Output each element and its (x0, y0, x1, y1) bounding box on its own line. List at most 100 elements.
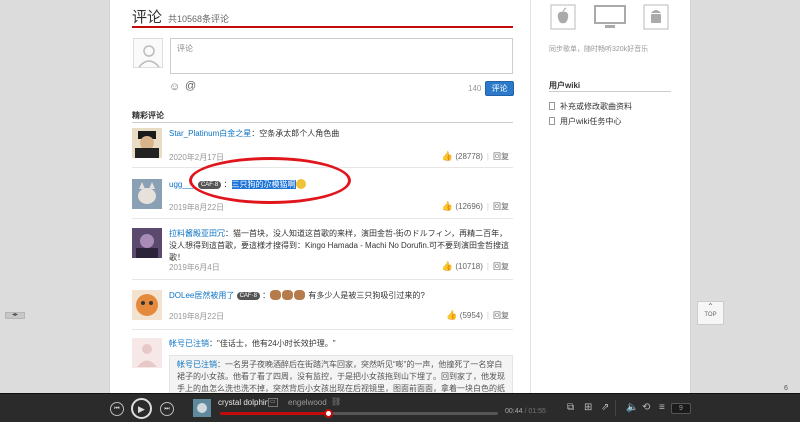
like-count: (12696) (455, 202, 483, 211)
comment-text: Star_Platinum白金之星：空条承太郎个人角色曲 (169, 129, 340, 138)
artist-name[interactable]: engelwood (288, 398, 327, 407)
comment-avatar[interactable] (132, 338, 162, 368)
comment-text: 拉料酱殿亚田冗：猫一首块，没人知道这首歌的来样，演田金哲-街のドルフィン，再精二… (169, 229, 510, 262)
mv-icon[interactable]: ▭ (268, 398, 278, 407)
comments-header: 评论 共10568条评论 (132, 6, 513, 28)
comment-time: 2019年6月4日 (169, 263, 220, 272)
cover-image (193, 399, 211, 417)
red-circle-annotation (189, 157, 351, 204)
wiki-link-edit-song[interactable]: 补充或修改歌曲资料 (549, 101, 632, 112)
reply-link[interactable]: 回复 (493, 311, 509, 320)
song-title[interactable]: crystal dolphin (218, 398, 269, 407)
arrow-up-icon: ⌃ (707, 302, 714, 311)
progress-track[interactable] (220, 409, 498, 418)
avatar-image (132, 228, 162, 258)
playlist-count[interactable]: 9 (671, 403, 691, 414)
my-avatar (133, 38, 163, 68)
comment-actions: 👍 (5954) | 回复 (446, 310, 509, 320)
picture-in-picture-icon[interactable]: ⧉ (567, 402, 574, 413)
wiki-title: 用户wiki (549, 81, 581, 90)
like-count: (5954) (459, 311, 483, 320)
comment-time: 2019年8月22日 (169, 312, 225, 321)
document-icon (549, 102, 555, 110)
comment-time: 2019年8月22日 (169, 203, 225, 212)
comment-item: 拉料酱殿亚田冗：猫一首块，没人知道这首歌的来样，演田金哲-街のドルフィン，再精二… (132, 228, 513, 280)
comment-actions: 👍 (10718) | 回复 (441, 261, 509, 271)
comment-input[interactable]: 评论 (170, 38, 513, 74)
share-icon[interactable]: ⇗ (601, 402, 609, 413)
comment-time: 2020年2月17日 (169, 153, 225, 162)
comment-username[interactable]: 帐号已注销 (169, 339, 209, 348)
comment-divider (132, 329, 513, 330)
hot-comments-title: 精彩评论 (132, 111, 164, 120)
like-icon[interactable]: 👍 (446, 310, 457, 320)
comment-text: DOLee居然被用了 CAF·8 ： 有多少人是被三只狗吸引过来的? (169, 290, 425, 300)
previous-track-icon[interactable]: ⏮ (110, 402, 124, 416)
back-to-top-button[interactable]: ⌃ TOP (697, 301, 724, 325)
link-icon[interactable]: ⛓ (331, 397, 341, 406)
lyrics-icon[interactable]: ≡ (659, 402, 665, 413)
section-divider (132, 122, 513, 123)
comment-input-placeholder: 评论 (177, 44, 193, 53)
user-badge: CAF·8 (236, 292, 260, 300)
client-download-icons (550, 4, 669, 30)
progress-handle[interactable] (324, 409, 334, 418)
dog-emoji-icon (270, 290, 282, 300)
player-divider (615, 400, 616, 416)
comment-divider (132, 279, 513, 280)
quoted-username[interactable]: 帐号已注销 (177, 360, 217, 369)
dog-emoji-icon (282, 290, 294, 300)
repeat-icon[interactable]: ⟲ (642, 402, 650, 413)
comment-username[interactable]: Star_Platinum白金之星 (169, 129, 251, 138)
dog-emoji-icon (294, 290, 306, 300)
like-icon[interactable]: 👍 (442, 151, 453, 161)
like-icon[interactable]: 👍 (442, 261, 453, 271)
wiki-divider (549, 91, 671, 92)
android-icon[interactable] (643, 4, 669, 30)
sidebar (531, 0, 690, 393)
wiki-link-task-center[interactable]: 用户wiki任务中心 (549, 116, 621, 127)
like-count: (10718) (455, 262, 483, 271)
playback-time: 00:44 / 01:55 (505, 408, 546, 415)
comment-avatar[interactable] (132, 228, 162, 258)
at-icon[interactable]: @ (185, 80, 196, 92)
comment-avatar[interactable] (132, 179, 162, 209)
comment-actions: 👍 (12696) | 回复 (441, 201, 509, 211)
avatar-image (132, 290, 162, 320)
like-icon[interactable]: 👍 (442, 201, 453, 211)
smiley-icon[interactable]: ☺ (169, 81, 180, 93)
collapse-handle[interactable]: ◂▸ (5, 312, 25, 319)
download-description: 同步歌单，随时畅听320k好音乐 (549, 46, 649, 53)
play-button[interactable]: ▶ (131, 398, 152, 419)
comment-avatar[interactable] (132, 128, 162, 158)
volume-icon[interactable]: 🔈 (626, 402, 638, 413)
comments-title: 评论 (132, 9, 163, 26)
reply-link[interactable]: 回复 (493, 262, 509, 271)
desktop-icon[interactable] (593, 4, 627, 30)
corner-badge: 6 (784, 385, 788, 392)
comment-actions: 👍 (28778) | 回复 (441, 151, 509, 161)
comment-divider (132, 218, 513, 219)
comment-avatar[interactable] (132, 290, 162, 320)
comment-item: DOLee居然被用了 CAF·8 ： 有多少人是被三只狗吸引过来的? 2019年… (132, 290, 513, 330)
submit-comment-button[interactable]: 评论 (485, 81, 514, 96)
progress-fill (220, 412, 329, 415)
avatar-image (132, 128, 162, 158)
reply-link[interactable]: 回复 (493, 202, 509, 211)
album-cover[interactable] (193, 399, 211, 417)
comment-username[interactable]: DOLee居然被用了 (169, 291, 234, 300)
comment-text: 帐号已注销："佳话士，他有24小时长效护理。" (169, 339, 336, 348)
user-icon (138, 45, 160, 68)
comment-username[interactable]: 拉料酱殿亚田冗 (169, 229, 225, 238)
like-count: (28778) (455, 152, 483, 161)
char-count: 140 (468, 84, 482, 93)
add-to-playlist-icon[interactable]: ⊞ (584, 402, 592, 413)
reply-link[interactable]: 回复 (493, 152, 509, 161)
document-icon (549, 117, 555, 125)
apple-icon[interactable] (550, 4, 576, 30)
avatar-image (132, 179, 162, 209)
comments-count: 共10568条评论 (168, 14, 230, 24)
music-player-bar: ⏮ ▶ ⏭ crystal dolphin ▭ engelwood ⛓ 00:4… (0, 393, 800, 422)
comment-item: 帐号已注销："佳话士，他有24小时长效护理。" 帐号已注销：一名男子夜晚酒醉后在… (132, 338, 513, 411)
next-track-icon[interactable]: ⏭ (160, 402, 174, 416)
